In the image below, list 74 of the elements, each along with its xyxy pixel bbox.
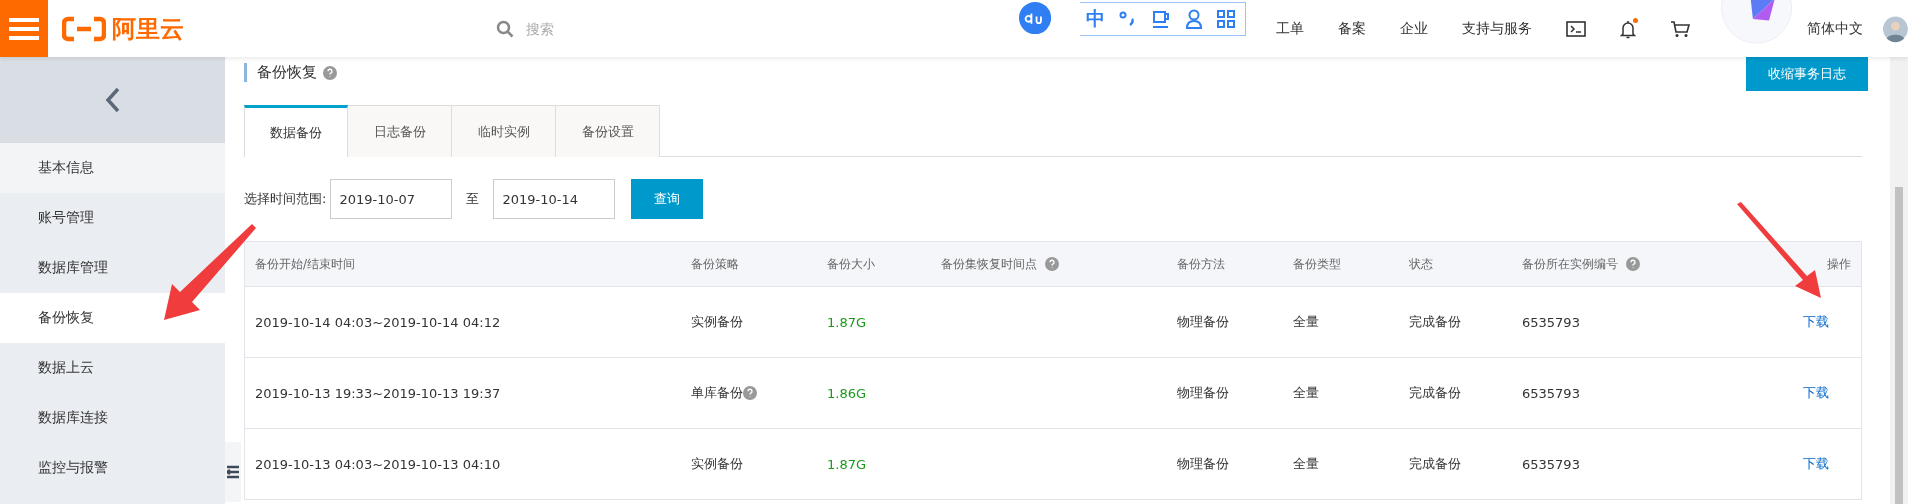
scrollbar-thumb[interactable] xyxy=(1895,187,1903,504)
column-header: 备份方法 xyxy=(1177,255,1225,273)
table-cell-text: 全量 xyxy=(1292,455,1320,473)
help-icon xyxy=(1626,257,1640,271)
menu-icon xyxy=(9,17,40,40)
terminal-button[interactable] xyxy=(1566,20,1586,37)
help-icon xyxy=(743,386,757,400)
column-header: 备份所在实例编号 xyxy=(1522,255,1618,273)
tab[interactable]: 备份设置 xyxy=(556,105,660,157)
ime-mode-label[interactable]: 中 xyxy=(1086,5,1105,32)
table-cell-text: 1.87G xyxy=(826,456,868,472)
table-cell-text: 完成备份 xyxy=(1408,313,1462,331)
table-cell-text: 全量 xyxy=(1292,313,1320,331)
table-cell-text: 6535793 xyxy=(1521,385,1581,401)
tab[interactable]: 日志备份 xyxy=(348,105,452,157)
range-separator: 至 xyxy=(466,190,480,208)
collapse-handle[interactable] xyxy=(225,442,241,502)
table-cell-text: 6535793 xyxy=(1521,456,1581,472)
table-cell: 实例备份 xyxy=(691,455,743,473)
table-cell-text: 完成备份 xyxy=(1408,455,1462,473)
table-cell-text: 物理备份 xyxy=(1176,455,1230,473)
table-cell: 单库备份 xyxy=(691,384,743,402)
sidebar-item[interactable]: 备份恢复 xyxy=(0,293,225,343)
column-header: 备份大小 xyxy=(827,255,875,273)
sidebar-item[interactable]: 监控与报警 xyxy=(0,443,225,493)
table-cell-text: 完成备份 xyxy=(1408,384,1462,402)
column-header: 备份类型 xyxy=(1293,255,1341,273)
column-header: 备份集恢复时间点 xyxy=(941,255,1037,273)
nav-link[interactable]: 备案 xyxy=(1338,19,1366,38)
table-cell-text: 2019-10-13 04:03~2019-10-13 04:10 xyxy=(254,456,502,472)
filter-label: 选择时间范围: xyxy=(244,190,327,208)
start-date-field[interactable]: 2019-10-07 xyxy=(330,179,453,219)
sidebar-item[interactable]: 数据库连接 xyxy=(0,393,225,443)
table-cell-text: 物理备份 xyxy=(1176,384,1230,402)
table-cell-text: 1.86G xyxy=(826,385,868,401)
search-icon xyxy=(496,19,515,38)
sidebar-item[interactable]: 数据库管理 xyxy=(0,243,225,293)
sidebar-item[interactable]: 账号管理 xyxy=(0,193,225,243)
person-icon[interactable] xyxy=(1185,8,1203,29)
table-cell-text: 2019-10-13 19:33~2019-10-13 19:37 xyxy=(254,385,502,401)
table-cell-text: 1.87G xyxy=(826,314,868,330)
download-link[interactable]: 下载 xyxy=(1803,384,1829,402)
nav-link[interactable]: 工单 xyxy=(1276,19,1304,38)
chevron-left-icon xyxy=(104,87,121,113)
cart-button[interactable] xyxy=(1670,19,1690,38)
sidebar-item[interactable]: 数据上云 xyxy=(0,343,225,393)
notification-button[interactable] xyxy=(1620,18,1636,39)
language-selector[interactable]: 简体中文 xyxy=(1807,19,1864,38)
nav-link[interactable]: 支持与服务 xyxy=(1462,19,1532,38)
download-link[interactable]: 下载 xyxy=(1803,455,1829,473)
punctuation-icon[interactable] xyxy=(1119,10,1137,27)
tab[interactable]: 数据备份 xyxy=(244,105,348,157)
download-link[interactable]: 下载 xyxy=(1803,313,1829,331)
sidebar-item[interactable]: 基本信息 xyxy=(0,143,225,193)
nav-link[interactable]: 企业 xyxy=(1400,19,1428,38)
cup-icon[interactable] xyxy=(1151,8,1171,29)
column-header: 备份策略 xyxy=(691,255,739,273)
table-cell-text: 2019-10-14 04:03~2019-10-14 04:12 xyxy=(254,314,502,330)
help-icon xyxy=(323,65,337,80)
page-title: 备份恢复 xyxy=(244,63,337,82)
logo-icon xyxy=(62,15,107,42)
tab[interactable]: 临时实例 xyxy=(452,105,556,157)
table-cell: 实例备份 xyxy=(691,313,743,331)
menu-button[interactable] xyxy=(0,0,49,57)
help-icon xyxy=(1045,257,1059,271)
column-header: 备份开始/结束时间 xyxy=(255,255,356,273)
table-cell-text: 物理备份 xyxy=(1176,313,1230,331)
grid-icon[interactable] xyxy=(1217,9,1235,28)
column-header: 状态 xyxy=(1409,255,1433,273)
column-header: 操作 xyxy=(1827,255,1851,273)
table-cell-text: 6535793 xyxy=(1521,314,1581,330)
end-date-field[interactable]: 2019-10-14 xyxy=(493,179,616,219)
table-cell-text: 全量 xyxy=(1292,384,1320,402)
logo-text: 阿里云 xyxy=(112,13,185,45)
